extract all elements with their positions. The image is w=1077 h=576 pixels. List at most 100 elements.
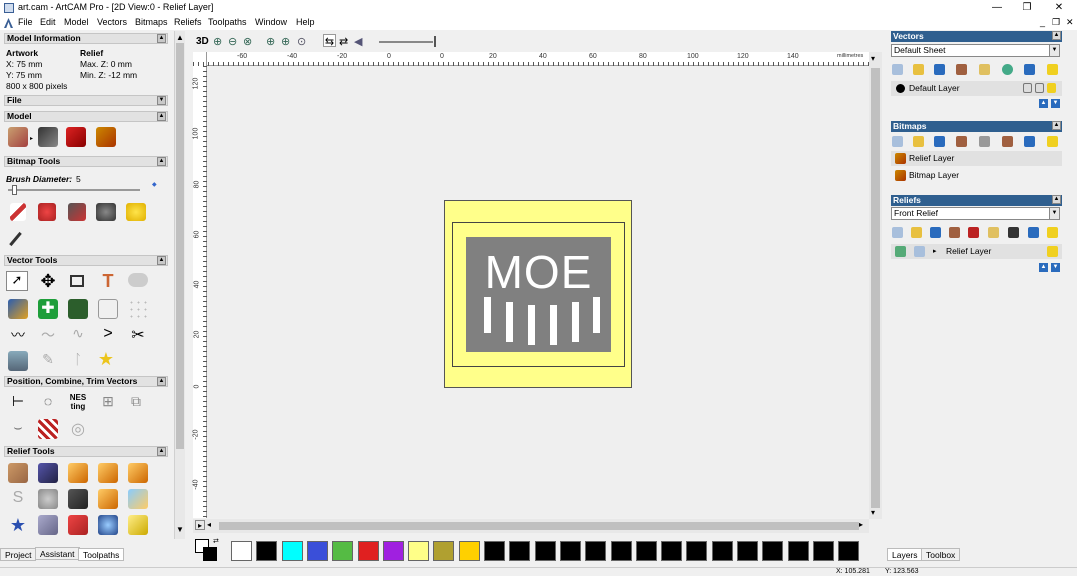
two-rail-icon[interactable] bbox=[128, 463, 148, 483]
color-swatch[interactable] bbox=[458, 541, 480, 561]
color-swatch[interactable] bbox=[711, 541, 733, 561]
model-size-icon[interactable] bbox=[8, 127, 28, 147]
layer-color-icon[interactable] bbox=[896, 84, 905, 93]
scroll-left-icon[interactable]: ◂ bbox=[207, 520, 211, 529]
mdi-close-button[interactable]: ✕ bbox=[1066, 17, 1074, 28]
node-edit-icon[interactable]: 〰 bbox=[8, 325, 28, 345]
paste-relief-icon[interactable] bbox=[988, 227, 999, 238]
menu-toolpaths[interactable]: Toolpaths bbox=[208, 17, 247, 27]
turn-icon[interactable] bbox=[98, 463, 118, 483]
weave-icon[interactable]: ◎ bbox=[68, 419, 88, 439]
view-slider-track[interactable] bbox=[379, 41, 433, 43]
zoom-previous-icon[interactable]: ⊕ bbox=[266, 35, 275, 48]
new-relief-icon[interactable] bbox=[892, 227, 903, 238]
brush-slider-thumb[interactable] bbox=[11, 185, 17, 195]
color-swatch[interactable] bbox=[408, 541, 430, 561]
visibility-bulb-icon[interactable] bbox=[1047, 246, 1058, 257]
menu-help[interactable]: Help bbox=[296, 17, 315, 27]
smooth-relief-icon[interactable] bbox=[38, 515, 58, 535]
shape-editor-icon[interactable] bbox=[8, 463, 28, 483]
menu-window[interactable]: Window bbox=[255, 17, 287, 27]
menu-vectors[interactable]: Vectors bbox=[97, 17, 127, 27]
file-header[interactable]: File ▼ bbox=[4, 95, 168, 106]
toggle-icon[interactable]: ⇄ bbox=[339, 35, 348, 48]
model-image-icon[interactable] bbox=[96, 127, 116, 147]
collapse-up-icon[interactable]: ▲ bbox=[1052, 195, 1061, 204]
color-swatch[interactable] bbox=[635, 541, 657, 561]
text-tool-icon[interactable]: T bbox=[98, 271, 118, 291]
clipart-icon[interactable] bbox=[68, 489, 88, 509]
join-icon[interactable]: > bbox=[98, 325, 118, 345]
expand-right-icon[interactable]: ▸ bbox=[933, 247, 937, 255]
canvas-horizontal-scrollbar[interactable]: ▸ ◂ ▸ bbox=[193, 519, 869, 533]
brush-slider-track[interactable] bbox=[8, 189, 140, 191]
model-relief-icon[interactable] bbox=[66, 127, 86, 147]
edit-icon[interactable] bbox=[1035, 83, 1044, 93]
align-icon[interactable]: ⊢ bbox=[8, 393, 28, 413]
vector-sheet-select[interactable]: Default Sheet ▼ bbox=[891, 44, 1060, 57]
scroll-right-icon[interactable]: ▸ bbox=[195, 520, 205, 530]
position-combine-header[interactable]: Position, Combine, Trim Vectors ▲ bbox=[4, 376, 168, 387]
open-relief-icon[interactable] bbox=[911, 227, 922, 238]
add-vector-icon[interactable]: ✚ bbox=[38, 299, 58, 319]
color-swatch[interactable] bbox=[661, 541, 683, 561]
spin-icon[interactable] bbox=[68, 463, 88, 483]
new-layer-icon[interactable] bbox=[892, 64, 903, 75]
light-layer-icon[interactable] bbox=[1047, 64, 1058, 75]
color-swatch[interactable] bbox=[762, 541, 784, 561]
chevron-down-icon[interactable]: ▼ bbox=[1049, 45, 1059, 56]
zoom-all-icon[interactable]: ⊙ bbox=[297, 35, 306, 48]
zoom-in-icon[interactable]: ⊕ bbox=[213, 35, 222, 48]
relief-merge-icon[interactable] bbox=[968, 227, 979, 238]
dropdown-arrow-icon[interactable]: ▸ bbox=[30, 135, 33, 142]
move-down-icon[interactable]: ▼ bbox=[1051, 263, 1060, 272]
model-header[interactable]: Model ▲ bbox=[4, 111, 168, 122]
color-picker-icon[interactable] bbox=[68, 203, 86, 221]
fade-icon[interactable] bbox=[128, 515, 148, 535]
view-mode-icon[interactable]: ⇆ bbox=[323, 34, 336, 48]
collapse-up-icon[interactable]: ▲ bbox=[157, 112, 166, 121]
chevron-down-icon[interactable]: ▼ bbox=[1049, 208, 1059, 219]
delete-relief-icon[interactable] bbox=[1028, 227, 1039, 238]
vector-tools-header[interactable]: Vector Tools ▲ bbox=[4, 255, 168, 266]
pencil-icon[interactable] bbox=[9, 231, 22, 247]
rotate-icon[interactable]: ◌ bbox=[38, 393, 58, 413]
bitmap-layer-bitmap[interactable]: Bitmap Layer bbox=[891, 168, 1062, 183]
color-swatch[interactable] bbox=[256, 541, 278, 561]
mdi-restore-button[interactable]: ❐ bbox=[1052, 17, 1060, 28]
minimize-button[interactable]: — bbox=[984, 1, 1010, 15]
color-swatch[interactable] bbox=[686, 541, 708, 561]
import-vector-icon[interactable] bbox=[8, 299, 28, 319]
relief-mode-icon[interactable] bbox=[914, 246, 925, 257]
menu-file[interactable]: File bbox=[18, 17, 33, 27]
transform-icon[interactable]: ✥ bbox=[38, 271, 58, 291]
mesh-icon[interactable] bbox=[98, 515, 118, 535]
copy-bitmap-icon[interactable] bbox=[956, 136, 967, 147]
close-button[interactable]: ✕ bbox=[1046, 1, 1072, 15]
save-bitmap-icon[interactable] bbox=[934, 136, 945, 147]
color-swatch[interactable] bbox=[306, 541, 328, 561]
paste-layer-icon[interactable] bbox=[979, 64, 990, 75]
color-swatch[interactable] bbox=[812, 541, 834, 561]
smooth-icon[interactable]: 〜 bbox=[38, 325, 58, 345]
relief-tools-header[interactable]: Relief Tools ▲ bbox=[4, 446, 168, 457]
extrude-icon[interactable] bbox=[38, 463, 58, 483]
light-bitmap-icon[interactable] bbox=[1047, 136, 1058, 147]
collapse-up-icon[interactable]: ▲ bbox=[157, 157, 166, 166]
color-swatch[interactable] bbox=[585, 541, 607, 561]
bitmap-vector-icon[interactable] bbox=[126, 203, 146, 221]
h-scroll-thumb[interactable] bbox=[219, 522, 859, 530]
zoom-box-icon[interactable]: ⊕ bbox=[281, 35, 290, 48]
vectors-header[interactable]: Vectors ▲ bbox=[891, 31, 1062, 42]
color-swatch[interactable] bbox=[559, 541, 581, 561]
cut-relief-icon[interactable] bbox=[68, 515, 88, 535]
swap-colors-icon[interactable]: ⇄ bbox=[213, 537, 219, 545]
frame-icon[interactable] bbox=[98, 299, 118, 319]
s-curve-icon[interactable]: S bbox=[8, 489, 28, 509]
cloud-shape-icon[interactable] bbox=[128, 273, 148, 287]
new-bitmap-icon[interactable] bbox=[892, 136, 903, 147]
rectangle-icon[interactable] bbox=[70, 275, 84, 287]
move-up-icon[interactable]: ▲ bbox=[1039, 99, 1048, 108]
texture-icon[interactable] bbox=[38, 489, 58, 509]
copy-relief-icon[interactable] bbox=[949, 227, 960, 238]
